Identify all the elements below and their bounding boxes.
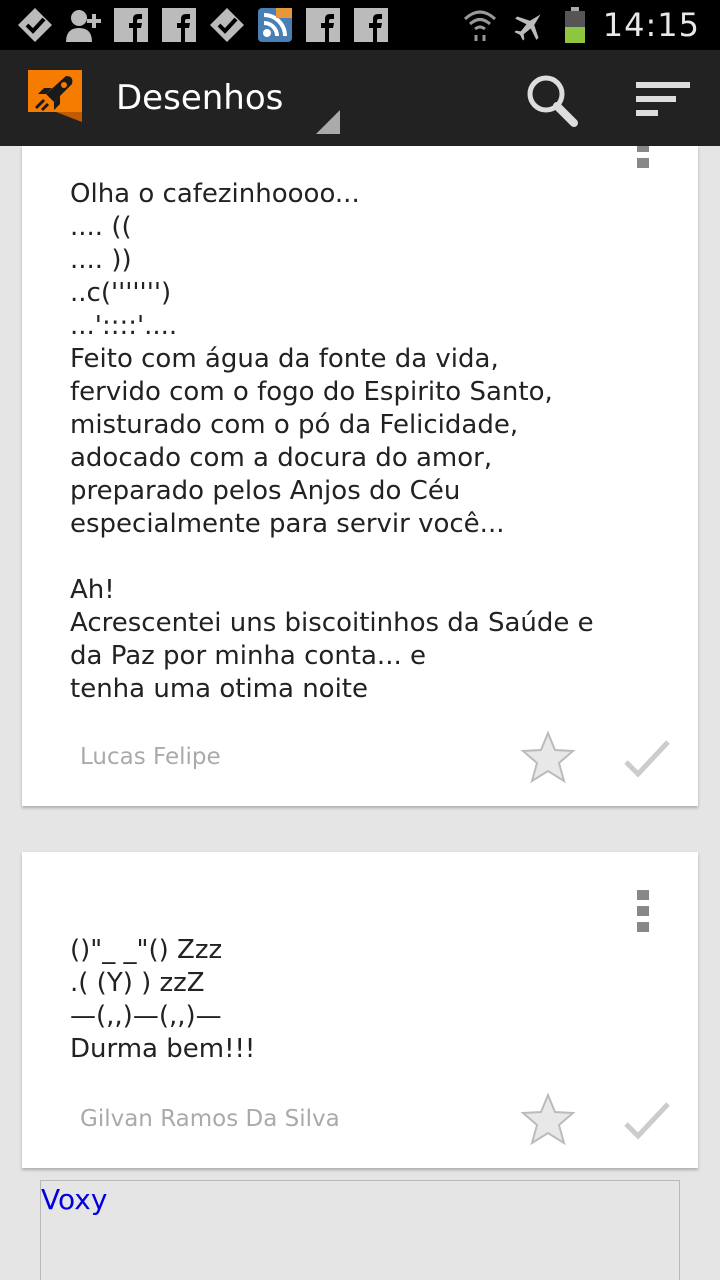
facebook-icon — [114, 8, 148, 42]
post-text: ()"_ _"() Zzz .( (Y) ) zzZ —(,,)—(,,)— D… — [70, 935, 256, 1064]
system-status: 14:15 — [463, 6, 700, 44]
page-title[interactable]: Desenhos — [116, 78, 283, 118]
wifi-icon — [463, 10, 496, 41]
check-badge-icon — [210, 8, 244, 42]
post-author[interactable]: Gilvan Ramos Da Silva — [80, 1106, 340, 1132]
clock: 14:15 — [602, 6, 700, 44]
action-bar: Desenhos — [0, 50, 720, 146]
ad-label[interactable]: Voxy — [41, 1183, 107, 1216]
post-card: ()"_ _"() Zzz .( (Y) ) zzZ —(,,)—(,,)— D… — [22, 852, 698, 1168]
post-author[interactable]: Lucas Felipe — [80, 744, 221, 770]
star-icon[interactable] — [520, 730, 576, 786]
ad-banner[interactable]: Voxy — [40, 1180, 680, 1280]
rocket-app-icon[interactable] — [28, 70, 86, 128]
check-icon[interactable] — [622, 734, 672, 784]
facebook-icon — [162, 8, 196, 42]
battery-icon — [564, 7, 585, 43]
facebook-icon — [306, 8, 340, 42]
airplane-icon — [514, 14, 541, 41]
post-text: Olha o cafezinhoooo... .... (( .... )) .… — [70, 179, 594, 704]
overflow-menu-icon[interactable] — [636, 890, 650, 932]
overflow-menu-icon[interactable] — [636, 146, 650, 168]
status-bar: 14:15 — [0, 0, 720, 50]
sort-menu-icon[interactable] — [632, 76, 694, 124]
post-card: Olha o cafezinhoooo... .... (( .... )) .… — [22, 146, 698, 806]
facebook-icon — [354, 8, 388, 42]
dropdown-indicator-icon[interactable] — [316, 110, 340, 134]
star-icon[interactable] — [520, 1092, 576, 1148]
add-contact-icon — [66, 10, 101, 42]
check-badge-icon — [18, 8, 52, 42]
check-icon[interactable] — [622, 1096, 672, 1146]
rss-icon — [258, 8, 292, 42]
search-icon[interactable] — [522, 70, 582, 130]
notification-icons — [16, 6, 390, 44]
